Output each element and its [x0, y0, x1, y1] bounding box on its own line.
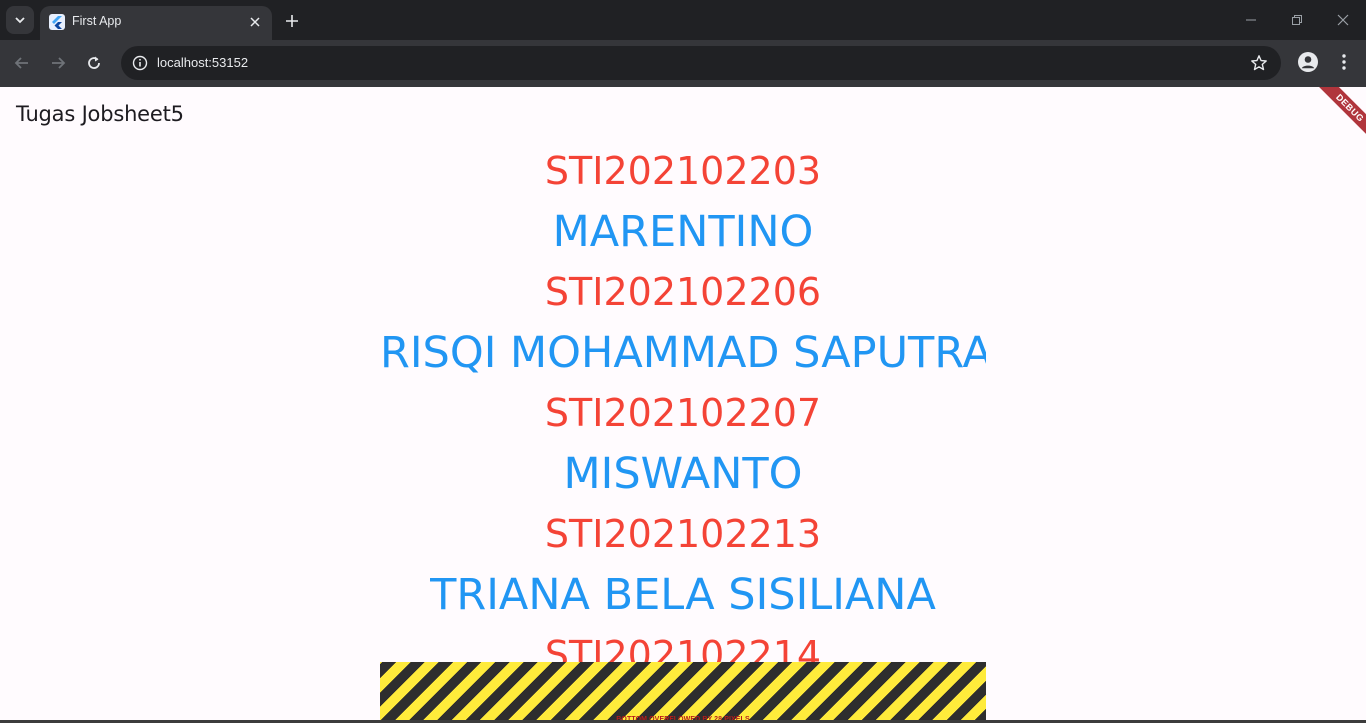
student-nim: STI202102203 — [544, 149, 822, 193]
student-name: TRIANA BELA SISILIANA — [430, 569, 936, 620]
student-name: RISQI MOHAMMAD SAPUTRA — [380, 327, 986, 378]
restore-button[interactable] — [1281, 6, 1313, 34]
browser-tab[interactable]: First App — [40, 6, 272, 40]
minimize-button[interactable] — [1235, 6, 1267, 34]
profile-icon — [1298, 52, 1318, 72]
close-icon — [1337, 14, 1349, 26]
student-nim: STI202102206 — [544, 270, 822, 314]
forward-button[interactable] — [44, 49, 72, 77]
new-tab-button[interactable] — [280, 9, 304, 33]
tab-title: First App — [72, 14, 122, 28]
back-button[interactable] — [8, 49, 36, 77]
site-info-icon[interactable] — [127, 50, 153, 76]
bookmark-star-icon[interactable] — [1247, 51, 1271, 75]
reload-icon — [88, 56, 100, 69]
arrow-right-icon — [52, 57, 66, 69]
student-name: MARENTINO — [552, 206, 814, 257]
overflow-warning: BOTTOM OVERFLOWED BY 28 PIXELS — [380, 662, 986, 723]
close-tab-icon[interactable] — [246, 13, 264, 31]
tab-search-button[interactable] — [6, 6, 34, 34]
chevron-down-icon — [15, 17, 25, 24]
student-column: STI202102203 MARENTINO STI202102206 RISQ… — [380, 141, 986, 716]
restore-icon — [1292, 15, 1302, 25]
url-text[interactable]: localhost:53152 — [157, 55, 248, 70]
browser-menu-button[interactable] — [1332, 49, 1356, 75]
app-viewport: Tugas Jobsheet5 STI202102203 MARENTINO S… — [0, 87, 1366, 723]
flutter-icon — [49, 14, 65, 30]
app-bar-title: Tugas Jobsheet5 — [16, 102, 184, 126]
more-vert-icon — [1342, 54, 1346, 70]
address-bar[interactable]: localhost:53152 — [121, 46, 1281, 80]
profile-button[interactable] — [1295, 49, 1321, 75]
tab-strip: First App — [0, 0, 1366, 40]
arrow-left-icon — [14, 57, 28, 69]
reload-button[interactable] — [80, 49, 108, 77]
minimize-icon — [1246, 19, 1256, 21]
plus-icon — [286, 15, 298, 27]
student-nim: STI202102207 — [544, 391, 822, 435]
browser-toolbar: localhost:53152 — [0, 40, 1366, 87]
close-window-button[interactable] — [1327, 6, 1359, 34]
student-name: MISWANTO — [563, 448, 803, 499]
student-nim: STI202102213 — [544, 512, 822, 556]
